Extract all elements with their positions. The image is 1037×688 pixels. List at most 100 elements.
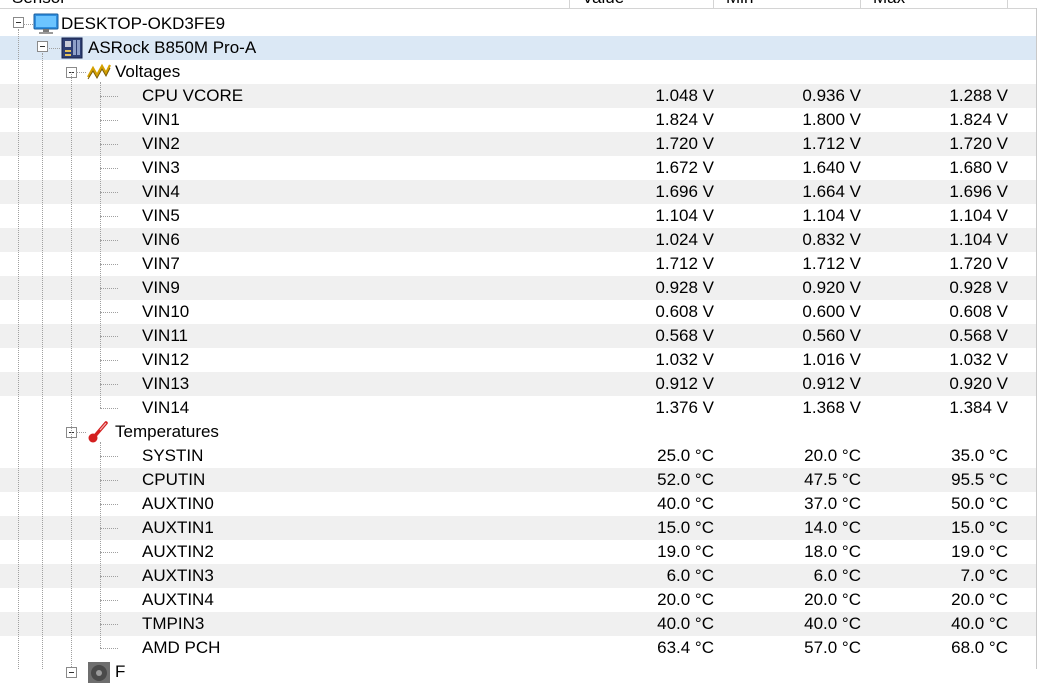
sensor-row[interactable]: VIN4 1.696 V 1.664 V 1.696 V (0, 180, 1037, 204)
sensor-value: 1.824 V (655, 110, 714, 129)
column-value[interactable]: Value (570, 0, 714, 8)
sensor-min: 1.640 V (802, 158, 861, 177)
tree-connector (100, 216, 118, 217)
sensor-value: 0.928 V (655, 278, 714, 297)
sensor-row[interactable]: AUXTIN4 20.0 °C 20.0 °C 20.0 °C (0, 588, 1037, 612)
sensor-row[interactable]: SYSTIN 25.0 °C 20.0 °C 35.0 °C (0, 444, 1037, 468)
sensor-max: 68.0 °C (951, 638, 1008, 657)
sensor-max: 1.384 V (949, 398, 1008, 417)
sensor-row[interactable]: AUXTIN2 19.0 °C 18.0 °C 19.0 °C (0, 540, 1037, 564)
tree-node-board[interactable]: ASRock B850M Pro-A (0, 36, 1037, 60)
sensor-row[interactable]: CPUTIN 52.0 °C 47.5 °C 95.5 °C (0, 468, 1037, 492)
sensor-row[interactable]: AUXTIN1 15.0 °C 14.0 °C 15.0 °C (0, 516, 1037, 540)
collapse-board-toggle[interactable] (37, 41, 48, 52)
sensor-name: AUXTIN1 (142, 518, 214, 537)
sensor-min: 1.104 V (802, 206, 861, 225)
column-max[interactable]: Max (861, 0, 1008, 8)
sensor-min: 0.936 V (802, 86, 861, 105)
tree-connector (100, 240, 118, 241)
collapse-computer-toggle[interactable] (13, 17, 24, 28)
sensor-row[interactable]: VIN5 1.104 V 1.104 V 1.104 V (0, 204, 1037, 228)
tree-connector (100, 144, 118, 145)
tree-node-temperatures[interactable]: Temperatures (0, 420, 1037, 444)
sensor-name: TMPIN3 (142, 614, 205, 633)
sensor-max: 1.720 V (949, 134, 1008, 153)
sensor-value: 1.712 V (655, 254, 714, 273)
tree-node-fans[interactable]: F (0, 660, 1037, 684)
sensor-max: 95.5 °C (951, 470, 1008, 489)
sensor-row[interactable]: AUXTIN3 6.0 °C 6.0 °C 7.0 °C (0, 564, 1037, 588)
sensor-min: 6.0 °C (813, 566, 861, 585)
sensor-name: SYSTIN (142, 446, 204, 465)
sensor-row[interactable]: VIN12 1.032 V 1.016 V 1.032 V (0, 348, 1037, 372)
tree-node-voltages[interactable]: Voltages (0, 60, 1037, 84)
sensor-value: 6.0 °C (666, 566, 714, 585)
tree-connector (76, 72, 86, 73)
sensor-row[interactable]: CPU VCORE 1.048 V 0.936 V 1.288 V (0, 84, 1037, 108)
sensor-row[interactable]: VIN3 1.672 V 1.640 V 1.680 V (0, 156, 1037, 180)
sensor-name: VIN1 (142, 110, 180, 129)
tree-connector-groups (71, 72, 72, 667)
sensor-value: 1.720 V (655, 134, 714, 153)
sensor-value: 52.0 °C (657, 470, 714, 489)
computer-name: DESKTOP-OKD3FE9 (61, 14, 226, 33)
sensor-name: AUXTIN2 (142, 542, 214, 561)
sensor-max: 35.0 °C (951, 446, 1008, 465)
sensor-name: AUXTIN0 (142, 494, 214, 513)
sensor-row[interactable]: AUXTIN0 40.0 °C 37.0 °C 50.0 °C (0, 492, 1037, 516)
sensor-value: 20.0 °C (657, 590, 714, 609)
sensor-min: 1.664 V (802, 182, 861, 201)
sensor-max: 20.0 °C (951, 590, 1008, 609)
tree-node-computer[interactable]: DESKTOP-OKD3FE9 (0, 12, 1037, 36)
sensor-value: 1.672 V (655, 158, 714, 177)
sensor-row[interactable]: VIN10 0.608 V 0.600 V 0.608 V (0, 300, 1037, 324)
sensor-min: 57.0 °C (804, 638, 861, 657)
sensor-max: 1.032 V (949, 350, 1008, 369)
sensor-name: VIN5 (142, 206, 180, 225)
sensor-row[interactable]: TMPIN3 40.0 °C 40.0 °C 40.0 °C (0, 612, 1037, 636)
sensor-name: VIN12 (142, 350, 190, 369)
sensor-name: CPU VCORE (142, 86, 244, 105)
sensor-row[interactable]: VIN1 1.824 V 1.800 V 1.824 V (0, 108, 1037, 132)
sensor-min: 0.832 V (802, 230, 861, 249)
tree-connector (47, 48, 60, 49)
sensor-name: VIN14 (142, 398, 190, 417)
tree-connector (23, 24, 33, 25)
column-min[interactable]: Min (714, 0, 861, 8)
tree-connector (100, 408, 118, 409)
sensor-min: 20.0 °C (804, 590, 861, 609)
sensor-max: 15.0 °C (951, 518, 1008, 537)
sensor-min: 1.800 V (802, 110, 861, 129)
tree-connector (100, 336, 118, 337)
sensor-max: 1.288 V (949, 86, 1008, 105)
tree-connector (100, 360, 118, 361)
sensor-row[interactable]: VIN9 0.928 V 0.920 V 0.928 V (0, 276, 1037, 300)
column-sensor[interactable]: Sensor (0, 0, 570, 8)
sensor-name: VIN9 (142, 278, 180, 297)
sensor-name: VIN7 (142, 254, 180, 273)
sensor-row[interactable]: VIN2 1.720 V 1.712 V 1.720 V (0, 132, 1037, 156)
column-header: Sensor Value Min Max (0, 0, 1037, 9)
sensor-min: 0.560 V (802, 326, 861, 345)
tree-connector (100, 312, 118, 313)
sensor-min: 40.0 °C (804, 614, 861, 633)
tree-connector (100, 456, 118, 457)
tree-connector-voltages (100, 82, 101, 408)
tree-connector (100, 384, 118, 385)
sensor-row[interactable]: VIN11 0.568 V 0.560 V 0.568 V (0, 324, 1037, 348)
sensor-min: 1.368 V (802, 398, 861, 417)
tree-connector (100, 120, 118, 121)
sensor-row[interactable]: VIN7 1.712 V 1.712 V 1.720 V (0, 252, 1037, 276)
sensor-max: 50.0 °C (951, 494, 1008, 513)
sensor-row[interactable]: VIN6 1.024 V 0.832 V 1.104 V (0, 228, 1037, 252)
sensor-row[interactable]: AMD PCH 63.4 °C 57.0 °C 68.0 °C (0, 636, 1037, 660)
sensor-row[interactable]: VIN13 0.912 V 0.912 V 0.920 V (0, 372, 1037, 396)
sensor-max: 0.568 V (949, 326, 1008, 345)
board-name: ASRock B850M Pro-A (88, 38, 257, 57)
group-label-fans: F (115, 662, 126, 681)
sensor-max: 1.680 V (949, 158, 1008, 177)
sensor-row[interactable]: VIN14 1.376 V 1.368 V 1.384 V (0, 396, 1037, 420)
sensor-min: 0.912 V (802, 374, 861, 393)
sensor-min: 0.600 V (802, 302, 861, 321)
sensor-value: 1.696 V (655, 182, 714, 201)
